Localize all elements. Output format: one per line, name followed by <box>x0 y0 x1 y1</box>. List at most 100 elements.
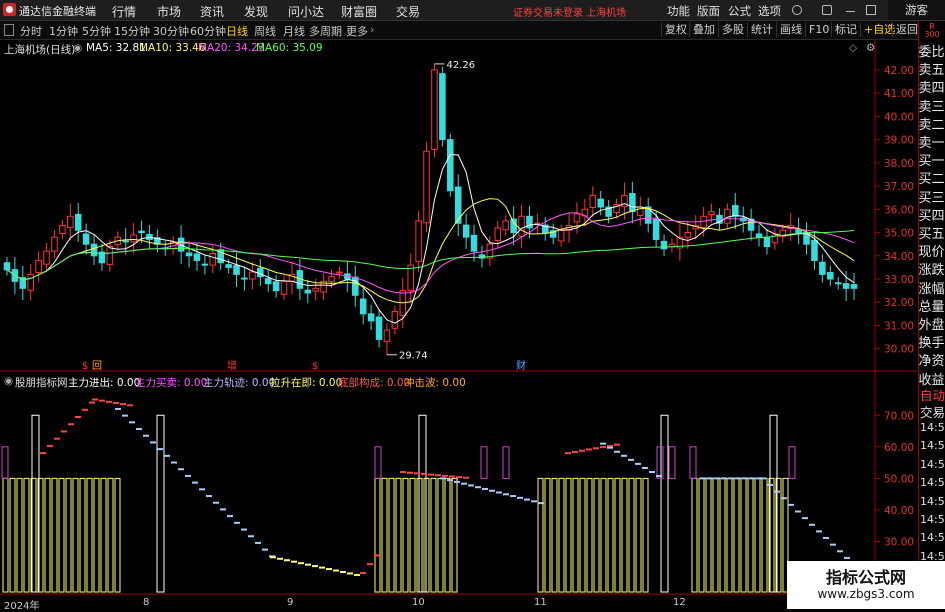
candle-body-59[interactable] <box>470 234 478 252</box>
bar-1-431 <box>430 477 437 593</box>
candle-body-6[interactable] <box>51 236 58 252</box>
candle-body-89[interactable] <box>708 211 715 215</box>
candle-body-15[interactable] <box>122 240 129 243</box>
candle-body-92[interactable] <box>732 205 739 217</box>
candle-body-107[interactable] <box>850 284 858 289</box>
candle-body-35[interactable] <box>280 280 288 295</box>
bar-2-615 <box>614 477 621 593</box>
candle-body-96[interactable] <box>763 236 771 247</box>
candle-body-72[interactable] <box>573 213 581 223</box>
candle-body-4[interactable] <box>35 259 42 274</box>
ind-label-1: 60.00 <box>884 442 914 454</box>
bar-2-629 <box>628 477 635 593</box>
candle-body-25[interactable] <box>201 263 209 266</box>
candle-body-102[interactable] <box>811 239 818 261</box>
candle-body-47[interactable] <box>375 316 383 340</box>
candle-body-44[interactable] <box>352 276 359 296</box>
candle-body-103[interactable] <box>819 261 826 275</box>
ind-label-0: 70.00 <box>884 410 914 422</box>
candle-body-31[interactable] <box>249 271 256 280</box>
candle-body-53[interactable] <box>423 150 430 224</box>
candle-body-104[interactable] <box>827 272 834 280</box>
candle-body-7[interactable] <box>59 225 66 234</box>
price-label-2: 40.00 <box>884 111 914 123</box>
candle-body-74[interactable] <box>589 194 597 208</box>
candle-body-13[interactable] <box>106 245 114 266</box>
candle-body-24[interactable] <box>193 253 201 261</box>
bar-3-741 <box>740 477 747 593</box>
candle-body-16[interactable] <box>130 234 137 243</box>
bar-0-52 <box>51 477 58 593</box>
candle-body-64[interactable] <box>510 218 517 234</box>
candle-body-88[interactable] <box>700 215 707 228</box>
candle-body-10[interactable] <box>82 233 90 245</box>
candle-body-62[interactable] <box>494 227 502 241</box>
price-label-6: 36.00 <box>884 204 914 216</box>
candle-body-75[interactable] <box>597 198 604 208</box>
candle-body-70[interactable] <box>557 229 565 242</box>
candle-body-33[interactable] <box>264 278 272 285</box>
candle-body-52[interactable] <box>415 220 422 262</box>
bar-0-94 <box>93 477 100 593</box>
candle-body-34[interactable] <box>272 281 280 292</box>
candle-body-9[interactable] <box>74 213 82 231</box>
candle-body-38[interactable] <box>304 289 312 294</box>
kline-chart[interactable]: 42.00 41.00 40.00 39.00 38.00 37.00 36.00 35.00… <box>0 0 945 609</box>
candle-body-30[interactable] <box>241 277 248 280</box>
candle-body-63[interactable] <box>502 220 509 231</box>
candle-body-39[interactable] <box>312 287 319 292</box>
bar-0-66 <box>65 477 72 593</box>
candle-body-11[interactable] <box>90 243 98 257</box>
candle-body-48[interactable] <box>383 329 391 342</box>
candle-body-65[interactable] <box>518 215 525 237</box>
event-marker-2[interactable]: 增 <box>227 359 237 372</box>
candle-body-57[interactable] <box>454 186 462 224</box>
candle-body-17[interactable] <box>138 230 145 234</box>
candle-body-58[interactable] <box>462 224 470 238</box>
candle-body-0[interactable] <box>3 262 11 271</box>
candle-body-46[interactable] <box>367 313 375 322</box>
event-marker-0[interactable]: $ <box>82 361 88 372</box>
candle-body-26[interactable] <box>209 252 217 266</box>
bar-1-389 <box>388 477 395 593</box>
candle-body-56[interactable] <box>447 139 454 192</box>
candle-body-55[interactable] <box>439 73 446 141</box>
candle-body-79[interactable] <box>629 193 636 213</box>
candle-body-49[interactable] <box>391 311 399 329</box>
candle-body-83[interactable] <box>660 240 668 250</box>
bar-0-73 <box>72 477 79 593</box>
candle-body-45[interactable] <box>359 298 367 315</box>
bar-0-80 <box>79 477 86 593</box>
candle-body-23[interactable] <box>185 252 193 257</box>
event-marker-4[interactable]: 财 <box>516 359 526 372</box>
bar-0-24 <box>23 477 30 593</box>
bar-0-17 <box>16 477 23 593</box>
candle-body-86[interactable] <box>684 232 692 238</box>
bar-2-573 <box>572 477 579 593</box>
bar-2-545 <box>544 477 551 593</box>
magenta-bar-6 <box>689 446 697 479</box>
candle-body-8[interactable] <box>67 215 74 228</box>
candle-body-82[interactable] <box>652 219 660 241</box>
magenta-bar-1 <box>374 446 382 479</box>
candle-body-41[interactable] <box>328 276 335 282</box>
bar-3-734 <box>733 477 740 593</box>
bar-3-720 <box>719 477 726 593</box>
event-marker-3[interactable]: $ <box>312 361 318 372</box>
candle-body-106[interactable] <box>842 283 850 289</box>
bar-2-601 <box>600 477 607 593</box>
candle-body-28[interactable] <box>225 264 232 268</box>
candle-body-5[interactable] <box>43 250 50 265</box>
candle-body-42[interactable] <box>336 271 343 274</box>
candle-body-95[interactable] <box>755 233 763 238</box>
candle-body-29[interactable] <box>233 265 240 275</box>
candle-body-3[interactable] <box>27 273 34 291</box>
candle-body-105[interactable] <box>834 282 842 285</box>
bar-3-762 <box>761 477 768 593</box>
bar-1-445 <box>444 477 451 593</box>
event-marker-1[interactable]: 回 <box>92 360 102 372</box>
candle-body-32[interactable] <box>257 267 264 278</box>
magenta-bar-0 <box>1 446 9 479</box>
bar-1-403 <box>402 477 409 593</box>
candle-body-54[interactable] <box>431 69 438 150</box>
